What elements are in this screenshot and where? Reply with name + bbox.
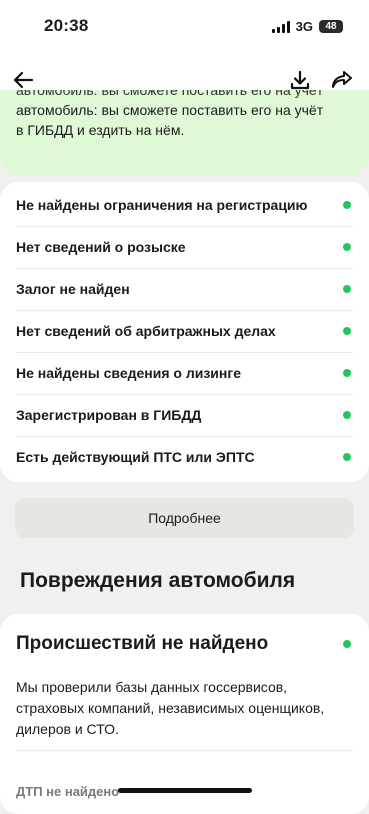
list-item: Зарегистрирован в ГИБДД (16, 394, 353, 437)
check-label: Не найдены ограничения на регистрацию (16, 197, 308, 213)
summary-text: автомобиль: вы сможете поставить его на … (16, 90, 349, 140)
status-dot-icon (343, 453, 351, 461)
status-indicators: 3G 48 (271, 19, 343, 34)
damage-card-title: Происшествий не найдено (16, 633, 269, 654)
status-dot-icon (343, 327, 351, 335)
signal-icon (271, 20, 290, 33)
check-label: Нет сведений о розыске (16, 239, 186, 255)
check-label: Зарегистрирован в ГИБДД (16, 407, 202, 423)
status-dot-icon (343, 285, 351, 293)
check-label: Есть действующий ПТС или ЭПТС (16, 449, 255, 465)
status-time: 20:38 (44, 16, 89, 35)
home-indicator (118, 788, 252, 793)
battery-icon: 48 (319, 20, 343, 33)
check-label: Залог не найден (16, 281, 130, 297)
checks-card: Не найдены ограничения на регистрацию Не… (0, 182, 369, 482)
list-item: Есть действующий ПТС или ЭПТС (16, 436, 353, 478)
list-item: Нет сведений об арбитражных делах (16, 310, 353, 353)
share-icon (332, 71, 352, 88)
status-dot-icon (343, 369, 351, 377)
list-item: Не найдены ограничения на регистрацию (16, 184, 353, 227)
summary-line-2: в ГИБДД и ездить на нём. (16, 122, 185, 138)
status-bar: 20:38 3G 48 (0, 0, 369, 52)
list-item: Залог не найден (16, 268, 353, 311)
summary-line-1: автомобиль: вы сможете поставить его на … (16, 102, 324, 118)
status-dot-icon (343, 411, 351, 419)
section-title: Повреждения автомобиля (20, 569, 296, 592)
more-details-button[interactable]: Подробнее (15, 498, 354, 538)
divider (16, 750, 353, 751)
check-label: Нет сведений об арбитражных делах (16, 323, 276, 339)
damage-card: Происшествий не найдено Мы проверили баз… (0, 614, 369, 814)
list-item: Не найдены сведения о лизинге (16, 352, 353, 395)
status-dot-icon (343, 201, 351, 209)
summary-cut-line: автомобиль: вы сможете поставить его на … (16, 90, 324, 98)
status-dot-icon (343, 640, 351, 648)
status-dot-icon (343, 243, 351, 251)
arrow-left-icon (13, 71, 34, 89)
damage-description: Мы проверили базы данных госсервисов, ст… (16, 679, 325, 737)
check-label: Не найдены сведения о лизинге (16, 365, 241, 381)
damage-card-header: Происшествий не найдено (16, 630, 353, 658)
dtp-label: ДТП не найдено (16, 784, 120, 799)
download-icon (290, 70, 310, 90)
list-item: Нет сведений о розыске (16, 226, 353, 269)
summary-card: автомобиль: вы сможете поставить его на … (0, 90, 369, 176)
network-type: 3G (295, 19, 313, 34)
